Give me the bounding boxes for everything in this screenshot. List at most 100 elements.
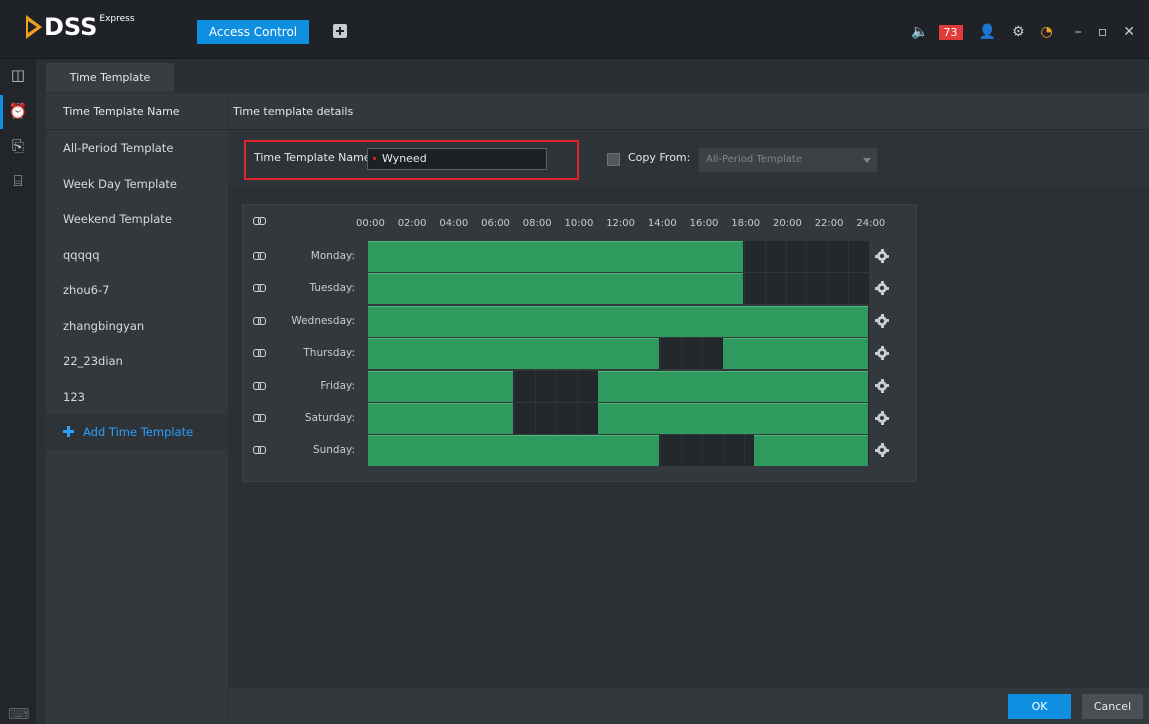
time-period-bar[interactable] [368,338,660,370]
list-item[interactable]: 22_23dian [46,343,228,379]
list-item[interactable]: Weekend Template [46,201,228,237]
day-timeline[interactable] [368,305,869,337]
hour-gridline [848,241,850,272]
hour-label: 18:00 [731,218,761,229]
speaker-icon[interactable]: 🔈 [911,24,928,40]
list-item[interactable]: zhou6-7 [46,272,228,308]
hour-gridline [743,435,745,467]
list-item[interactable]: qqqqq [46,237,228,273]
hour-gridline [576,370,578,402]
list-item[interactable]: zhangbingyan [46,308,228,344]
time-period-bar[interactable] [754,435,868,467]
list-item[interactable]: Week Day Template [46,166,228,202]
hour-gridline [514,370,516,402]
logo-mark-icon [26,15,42,39]
close-icon[interactable]: ✕ [1123,24,1135,40]
day-timeline[interactable] [368,403,869,434]
time-period-bar[interactable] [368,305,868,337]
link-all-icon[interactable] [253,217,266,225]
performance-icon[interactable]: ◔ [1041,24,1053,40]
time-period-bar[interactable] [368,241,743,272]
gear-icon[interactable]: ⚙ [1012,24,1025,40]
required-marker [373,157,376,160]
template-name-label: Time Template Name: [254,151,375,164]
day-label: Tuesday: [309,282,356,295]
hour-gridline [681,338,683,370]
gear-body [877,251,887,261]
day-settings-gear-icon[interactable] [875,378,889,393]
copy-from-label: Copy From: [628,151,691,164]
hour-gridline [764,273,766,305]
template-list: Time Template Name All-Period Template W… [46,93,228,724]
keyboard-icon[interactable]: ⌨ [8,704,30,724]
hour-label: 02:00 [397,218,427,229]
rail-selection-indicator [0,95,3,129]
gear-body [877,445,887,456]
device-lock-icon[interactable]: ⎘ [8,136,28,156]
template-name-input[interactable]: Wyneed [367,148,547,170]
maximize-icon[interactable]: ▫ [1098,24,1108,40]
copy-from-select[interactable]: All-Period Template [699,148,877,172]
time-period-bar[interactable] [368,435,660,467]
tab-time-template[interactable]: Time Template [46,63,174,92]
alarm-count-badge[interactable]: 73 [938,24,963,40]
day-label: Monday: [310,250,355,262]
day-settings-gear-icon[interactable] [875,443,889,458]
day-label: Saturday: [304,412,355,424]
hour-gridline [785,273,787,305]
time-period-bar[interactable] [368,273,743,305]
alarm-clock-icon[interactable]: ⏰ [8,101,28,121]
details-header: Time template details [229,93,1149,130]
hour-gridline [827,273,829,305]
day-settings-gear-icon[interactable] [875,313,889,328]
hour-gridline [555,370,557,402]
hour-label: 08:00 [522,218,552,229]
day-timeline[interactable] [368,338,869,370]
day-timeline[interactable] [368,435,869,467]
copy-from-value: All-Period Template [706,154,802,165]
time-period-bar[interactable] [597,403,868,434]
hour-label: 22:00 [814,218,844,229]
day-timeline[interactable] [368,273,869,305]
list-item[interactable]: 123 [46,379,228,415]
time-period-bar[interactable] [368,403,514,434]
day-timeline[interactable] [368,241,869,272]
list-item[interactable]: All-Period Template [46,130,228,166]
user-icon[interactable]: 👤 [979,24,996,40]
add-module-icon[interactable] [333,24,347,38]
door-icon[interactable]: ◫ [8,65,28,85]
day-settings-gear-icon[interactable] [875,249,889,263]
hour-gridline [535,403,536,434]
briefcase-icon[interactable]: ⌸ [8,171,28,191]
hour-gridline [555,403,557,434]
time-period-bar[interactable] [597,370,868,402]
add-time-template-button[interactable]: Add Time Template [46,414,228,450]
hour-gridline [702,338,703,370]
day-settings-gear-icon[interactable] [875,281,889,296]
hour-label: 24:00 [856,218,886,229]
cancel-button[interactable]: Cancel [1082,694,1143,719]
template-list-header: Time Template Name [46,93,228,130]
hour-gridline [576,403,578,434]
copy-from-checkbox[interactable] [607,153,620,166]
hour-gridline [848,273,850,305]
minimize-icon[interactable]: – [1075,24,1082,40]
logo-superscript: Express [99,14,135,24]
day-settings-gear-icon[interactable] [875,346,889,361]
app-logo: DSS Express [26,12,135,42]
day-label: Wednesday: [291,314,355,327]
hour-gridline [806,273,808,305]
hour-gridline [743,273,745,305]
day-timeline[interactable] [368,370,869,402]
module-tab-access-control[interactable]: Access Control [197,20,309,44]
hour-gridline [535,370,536,402]
day-settings-gear-icon[interactable] [875,411,889,425]
time-period-bar[interactable] [722,338,868,370]
hour-label: 06:00 [481,218,510,229]
time-period-bar[interactable] [368,370,514,402]
ok-button[interactable]: OK [1008,694,1071,719]
day-label: Thursday: [303,347,355,360]
hour-gridline [743,241,745,272]
hour-label: 04:00 [439,218,469,229]
gear-body [877,380,887,391]
